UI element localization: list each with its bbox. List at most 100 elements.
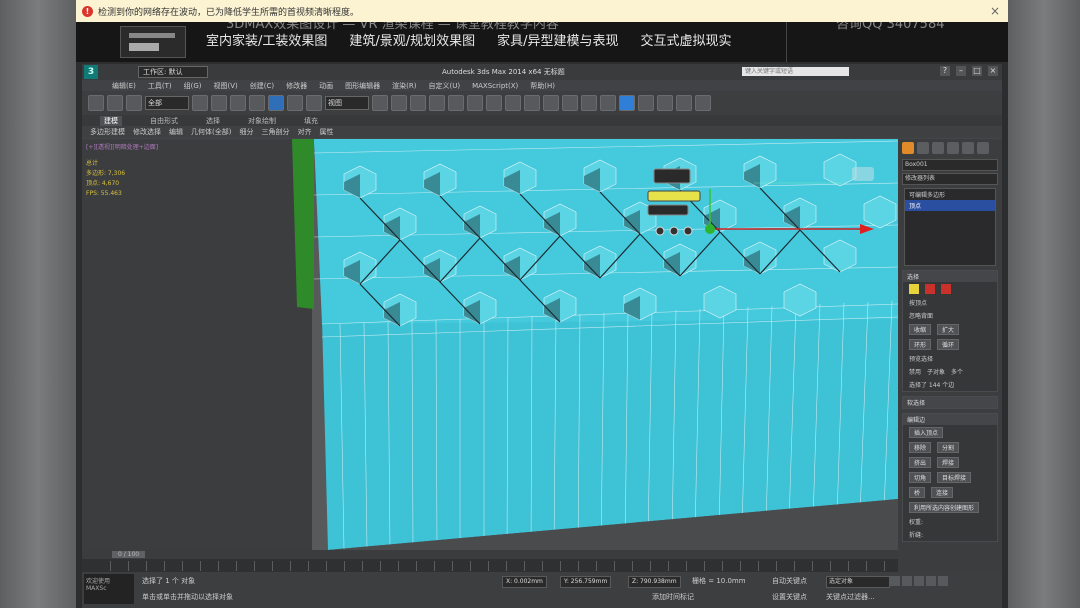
ribbon-item[interactable]: 对齐 <box>297 127 311 137</box>
preview-disabled-radio[interactable]: 禁用 <box>909 367 921 376</box>
menu-item[interactable]: 自定义(U) <box>428 81 460 91</box>
loop-button[interactable]: 循环 <box>937 339 960 350</box>
tab-modeling[interactable]: 建模 <box>100 115 122 126</box>
time-slider[interactable]: 0 / 100 <box>82 550 898 559</box>
select-object-icon[interactable] <box>192 95 208 111</box>
scale-icon[interactable] <box>306 95 322 111</box>
track-bar[interactable] <box>110 561 890 571</box>
unlink-icon[interactable] <box>107 95 123 111</box>
layer-icon[interactable] <box>562 95 578 111</box>
by-vertex-checkbox[interactable]: 按顶点 <box>903 296 997 309</box>
x-coord-field[interactable]: X: 0.002mm <box>502 576 547 588</box>
tab-freeform[interactable]: 自由形式 <box>150 116 178 126</box>
menu-item[interactable]: 图形编辑器 <box>345 81 380 91</box>
ribbon-item[interactable]: 编辑 <box>169 127 183 137</box>
select-by-name-icon[interactable] <box>211 95 227 111</box>
menu-item[interactable]: 修改器 <box>286 81 307 91</box>
percent-snap-icon[interactable] <box>467 95 483 111</box>
named-selection-icon[interactable] <box>505 95 521 111</box>
vertex-mode-icon[interactable] <box>909 284 919 294</box>
create-tab-icon[interactable] <box>902 142 914 154</box>
ribbon-item[interactable]: 几何体(全部) <box>191 127 231 137</box>
tab-populate[interactable]: 填充 <box>304 116 318 126</box>
hierarchy-tab-icon[interactable] <box>932 142 944 154</box>
utilities-tab-icon[interactable] <box>977 142 989 154</box>
motion-tab-icon[interactable] <box>947 142 959 154</box>
next-frame-icon[interactable] <box>926 576 936 586</box>
object-name-field[interactable]: Box001 <box>902 159 998 171</box>
search-input[interactable]: 键入关键字或短语 <box>742 67 849 76</box>
ribbon-item[interactable]: 属性 <box>319 127 333 137</box>
time-slider-thumb[interactable]: 0 / 100 <box>112 551 146 558</box>
stack-item[interactable]: 可编辑多边形 <box>905 189 995 200</box>
curve-editor-icon[interactable] <box>581 95 597 111</box>
schematic-icon[interactable] <box>600 95 616 111</box>
tab-object-paint[interactable]: 对象绘制 <box>248 116 276 126</box>
go-to-end-icon[interactable] <box>938 576 948 586</box>
ribbon-item[interactable]: 多边形建模 <box>90 127 125 137</box>
remove-button[interactable]: 移除 <box>909 442 932 453</box>
keyboard-shortcut-icon[interactable] <box>410 95 426 111</box>
border-mode-icon[interactable] <box>941 284 951 294</box>
key-filters-button[interactable]: 关键点过滤器... <box>826 592 875 602</box>
spinner-snap-icon[interactable] <box>486 95 502 111</box>
render-frame-icon[interactable] <box>657 95 673 111</box>
reference-coord-dropdown[interactable]: 视图 <box>325 96 369 110</box>
split-button[interactable]: 分割 <box>937 442 960 453</box>
tab-selection[interactable]: 选择 <box>206 116 220 126</box>
window-crossing-icon[interactable] <box>249 95 265 111</box>
close-icon[interactable]: × <box>990 4 1000 18</box>
minimize-button[interactable]: – <box>956 66 966 76</box>
menu-item[interactable]: 视图(V) <box>214 81 238 91</box>
go-to-start-icon[interactable] <box>890 576 900 586</box>
rollout-title[interactable]: 选择 <box>903 271 997 282</box>
ring-button[interactable]: 环形 <box>909 339 932 350</box>
snap-icon[interactable] <box>429 95 445 111</box>
rollout-title[interactable]: 编辑边 <box>903 414 997 425</box>
y-coord-field[interactable]: Y: 256.759mm <box>560 576 612 588</box>
workspace-dropdown[interactable]: 工作区: 默认 <box>138 66 208 78</box>
rotate-icon[interactable] <box>287 95 303 111</box>
preview-subobject-radio[interactable]: 子对象 <box>927 367 945 376</box>
create-shape-button[interactable]: 利用所选内容创建图形 <box>909 502 980 513</box>
render-icon[interactable] <box>676 95 692 111</box>
selected-object-dropdown[interactable]: 选定对象 <box>826 576 890 588</box>
shrink-button[interactable]: 收缩 <box>909 324 932 335</box>
material-editor-icon[interactable] <box>619 95 635 111</box>
menu-item[interactable]: MAXScript(X) <box>472 82 518 90</box>
chamfer-button[interactable]: 切角 <box>909 472 932 483</box>
z-coord-field[interactable]: Z: 790.938mm <box>628 576 681 588</box>
modifier-list-dropdown[interactable]: 修改器列表 <box>902 173 998 185</box>
maximize-button[interactable]: □ <box>972 66 982 76</box>
manipulate-icon[interactable] <box>391 95 407 111</box>
prev-frame-icon[interactable] <box>902 576 912 586</box>
pivot-icon[interactable] <box>372 95 388 111</box>
extrude-button[interactable]: 挤出 <box>909 457 932 468</box>
bind-icon[interactable] <box>126 95 142 111</box>
preview-multi-radio[interactable]: 多个 <box>951 367 963 376</box>
menu-item[interactable]: 工具(T) <box>148 81 172 91</box>
mirror-icon[interactable] <box>524 95 540 111</box>
menu-item[interactable]: 动画 <box>319 81 333 91</box>
rollout-title[interactable]: 软选择 <box>903 397 997 408</box>
ribbon-item[interactable]: 修改选择 <box>133 127 161 137</box>
menu-item[interactable]: 帮助(H) <box>530 81 555 91</box>
render-setup-icon[interactable] <box>638 95 654 111</box>
target-weld-button[interactable]: 目标焊接 <box>937 472 972 483</box>
selection-filter-dropdown[interactable]: 全部 <box>145 96 189 110</box>
menu-item[interactable]: 创建(C) <box>250 81 274 91</box>
menu-item[interactable]: 渲染(R) <box>392 81 416 91</box>
viewport-label[interactable]: [+][透视][明暗处理+边面] <box>86 142 158 151</box>
app-logo-icon[interactable]: 3 <box>84 65 98 79</box>
connect-button[interactable]: 连接 <box>931 487 954 498</box>
link-icon[interactable] <box>88 95 104 111</box>
play-icon[interactable] <box>914 576 924 586</box>
rect-region-icon[interactable] <box>230 95 246 111</box>
close-button[interactable]: × <box>988 66 998 76</box>
help-button[interactable]: ? <box>940 66 950 76</box>
display-tab-icon[interactable] <box>962 142 974 154</box>
viewport-canvas[interactable] <box>82 139 898 550</box>
weld-button[interactable]: 焊接 <box>937 457 960 468</box>
ignore-backfacing-checkbox[interactable]: 忽略背面 <box>903 309 997 322</box>
ribbon-item[interactable]: 三角剖分 <box>261 127 289 137</box>
